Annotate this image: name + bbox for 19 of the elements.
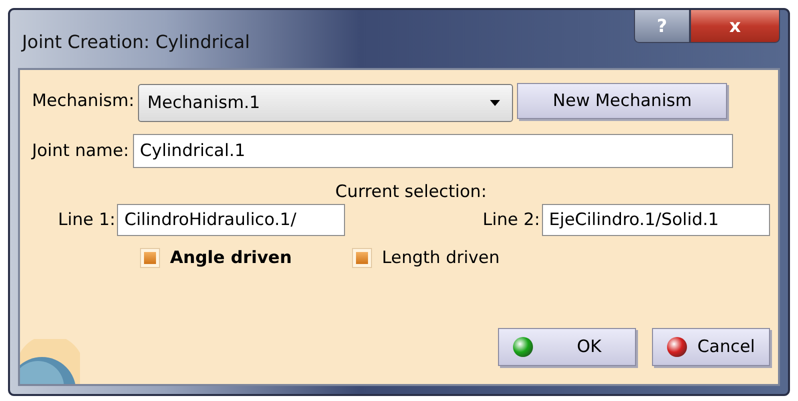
joint-name-label: Joint name: — [32, 141, 129, 161]
current-selection-label: Current selection: — [335, 182, 487, 202]
window-title: Joint Creation: Cylindrical — [22, 32, 250, 53]
option-label: Angle driven — [170, 248, 292, 268]
cancel-button[interactable]: Cancel — [652, 328, 770, 366]
line-field[interactable]: EjeCilindro.1/Solid.1 — [542, 204, 770, 236]
ok-button[interactable]: OK — [498, 328, 636, 366]
checkbox[interactable] — [140, 248, 160, 268]
line-label: Line 1: — [58, 210, 116, 230]
joint-name-field[interactable]: Cylindrical.1 — [132, 134, 733, 168]
checkbox[interactable] — [352, 248, 372, 268]
close-button[interactable]: x — [690, 10, 780, 43]
line-label: Line 2: — [482, 210, 540, 230]
mechanism-label: Mechanism: — [32, 91, 134, 111]
new-mechanism-button[interactable]: New Mechanism — [517, 83, 728, 119]
mechanism-dropdown[interactable]: Mechanism.1 — [138, 84, 514, 122]
option-label: Length driven — [382, 248, 500, 268]
line-field[interactable]: CilindroHidraulico.1/ — [117, 204, 346, 236]
caret-icon — [490, 100, 500, 106]
